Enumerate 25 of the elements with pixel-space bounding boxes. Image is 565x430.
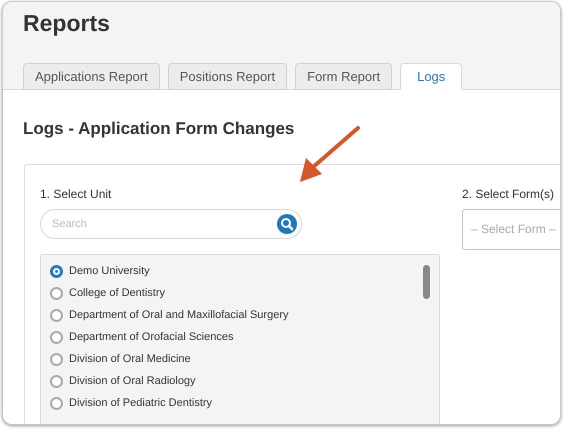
unit-option[interactable]: Division of Oral Radiology bbox=[50, 370, 439, 392]
tab[interactable]: Form Report bbox=[295, 63, 392, 90]
radio-button[interactable] bbox=[50, 353, 63, 366]
radio-button[interactable] bbox=[50, 375, 63, 388]
unit-option[interactable]: Division of Pediatric Dentistry bbox=[50, 392, 439, 414]
unit-option[interactable]: Division of Oral Medicine bbox=[50, 348, 439, 370]
radio-button[interactable] bbox=[50, 331, 63, 344]
page-title: Reports bbox=[23, 9, 111, 38]
radio-button[interactable] bbox=[50, 397, 63, 410]
scrollbar-thumb[interactable] bbox=[423, 264, 430, 298]
tab[interactable]: Positions Report bbox=[168, 63, 288, 90]
search-field[interactable]: Search bbox=[40, 208, 302, 238]
unit-option[interactable]: College of Dentistry bbox=[50, 282, 439, 304]
unit-option[interactable]: Demo University bbox=[50, 260, 439, 282]
tab[interactable]: Applications Report bbox=[23, 63, 160, 90]
section-title: Logs - Application Form Changes bbox=[23, 118, 296, 140]
unit-option[interactable]: Department of Oral and Maxillofacial Surgery bbox=[50, 304, 439, 326]
unit-option[interactable]: Department of Orofacial Sciences bbox=[50, 326, 439, 348]
tab[interactable]: Logs bbox=[400, 63, 462, 90]
radio-button[interactable] bbox=[50, 265, 63, 278]
field-label: 1. Select Unit bbox=[40, 186, 112, 202]
search-icon[interactable] bbox=[277, 214, 297, 234]
radio-button[interactable] bbox=[50, 287, 63, 300]
radio-button[interactable] bbox=[50, 309, 63, 322]
field-label: 2. Select Form(s) bbox=[462, 186, 556, 202]
